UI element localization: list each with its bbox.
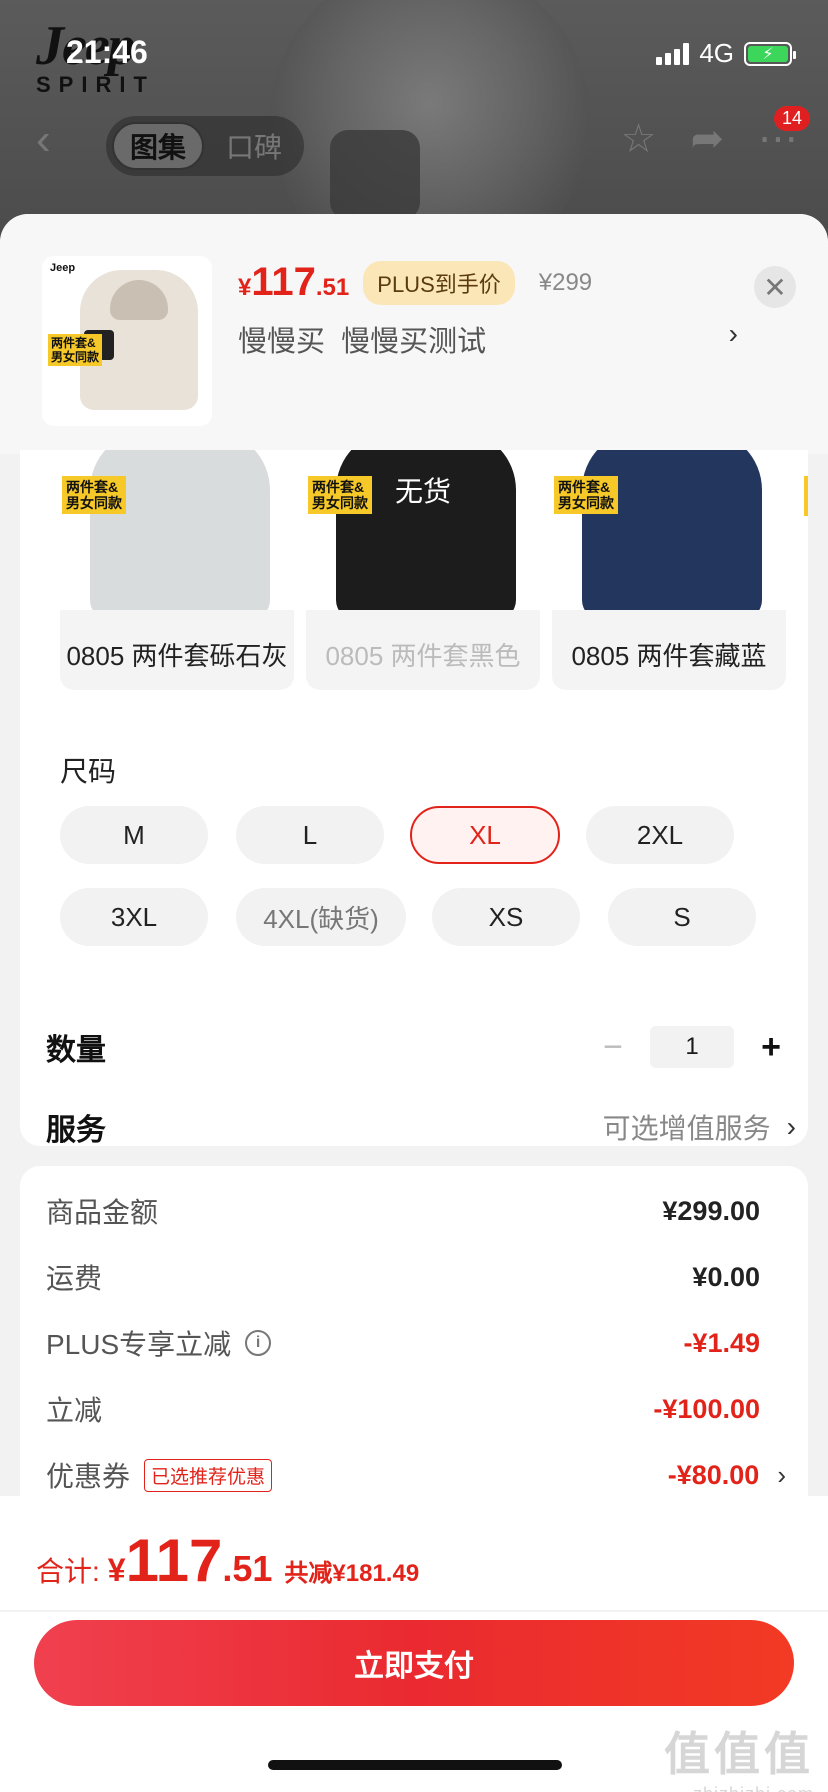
status-time: 21:46 [66,34,148,70]
quantity-label: 数量 [46,1034,106,1067]
home-indicator[interactable] [268,1760,562,1770]
price-row-shipping: 运费 ¥0.00 [46,1261,760,1295]
shop-name: 慢慢买 慢慢买测试 [238,326,487,358]
nav-tabs: 图集 口碑 [106,116,305,176]
chevron-right-icon: › [728,318,738,349]
price-row-plus-discount: PLUS专享立减 i -¥1.49 [46,1327,760,1361]
color-options: 两件套& 男女同款 0805 两件套砾石灰 两件套& 男女同款 无货 0805 两件… [60,450,808,690]
status-bar: 21:46 4G ⚡ [0,0,828,100]
total-savings: 共减¥181.49 [284,1560,420,1587]
size-chip-xs[interactable]: XS [432,888,580,946]
size-chip-l[interactable]: L [236,806,384,864]
color-label: 0805 两件套砾石灰 [66,641,288,671]
price-row-instant-discount: 立减 -¥100.00 [46,1393,760,1427]
color-label: 0805 两件套黑色 [325,641,521,671]
product-thumbnail[interactable]: Jeep 两件套& 男女同款 [42,256,212,426]
checkout-footer: 合计: ¥ 117 .51 共减¥181.49 立即支付 值值值 zhizhiz… [0,1496,828,1792]
watermark: 值值值 zhizhizhi.com [664,1728,814,1792]
service-value: 可选增值服务 [602,1113,771,1144]
thumbnail-tag: 两件套& 男女同款 [48,334,103,366]
price-row-subtotal: 商品金额 ¥299.00 [46,1195,760,1229]
star-icon[interactable]: ☆ [621,116,657,162]
jacket-image [582,450,762,610]
service-label: 服务 [46,1114,106,1147]
close-icon: ✕ [763,271,787,303]
color-option-black[interactable]: 两件套& 男女同款 无货 0805 两件套黑色 [306,450,540,690]
price-breakdown: 商品金额 ¥299.00 运费 ¥0.00 PLUS专享立减 i -¥1.49 … [20,1166,808,1526]
out-of-stock-label: 无货 [394,476,451,507]
decrease-button[interactable]: − [598,1028,628,1067]
size-chip-3xl[interactable]: 3XL [60,888,208,946]
pay-now-button[interactable]: 立即支付 [34,1620,794,1706]
plus-price-badge: PLUS到手价 [363,260,515,305]
color-label: 0805 两件套藏蓝 [571,641,767,671]
coupon-badge: 已选推荐优惠 [144,1458,273,1492]
network-type: 4G [699,38,734,68]
quantity-stepper: − 1 + [598,1026,786,1068]
size-title: 尺码 [60,756,117,787]
tab-gallery[interactable]: 图集 [112,122,205,170]
signal-icon [656,42,690,65]
service-row[interactable]: 服务 可选增值服务 › [46,1102,796,1152]
close-button[interactable]: ✕ [754,266,796,308]
size-chip-xl[interactable]: XL [410,806,560,864]
total-row: 合计: ¥ 117 .51 共减¥181.49 [36,1527,420,1594]
original-price: ¥299 [538,268,593,296]
shop-row[interactable]: 慢慢买 慢慢买测试 › [238,318,738,360]
battery-icon: ⚡ [744,41,796,66]
price-row: ¥ 117 .51 PLUS到手价 ¥299 [238,260,592,305]
options-card: 两件套& 男女同款 0805 两件套砾石灰 两件套& 男女同款 无货 0805 两件… [20,450,808,1147]
back-icon[interactable]: ‹ [36,118,76,162]
color-option-gray[interactable]: 两件套& 男女同款 0805 两件套砾石灰 [60,450,294,690]
color-option-more[interactable] [798,450,808,610]
cart-badge: 14 [773,106,810,131]
chevron-right-icon: › [786,1111,796,1142]
info-icon[interactable]: i [245,1330,272,1356]
sheet-header: Jeep 两件套& 男女同款 ¥ 117 .51 PLUS到手价 ¥299 ✕ 慢… [0,214,828,454]
size-chip-m[interactable]: M [60,806,208,864]
price-row-coupon[interactable]: 优惠券 已选推荐优惠 -¥80.00 › [46,1450,786,1500]
increase-button[interactable]: + [756,1028,786,1067]
chevron-right-icon: › [777,1459,786,1490]
size-chip-4xl[interactable]: 4XL(缺货) [236,888,406,946]
share-icon[interactable]: ➦ [690,116,724,162]
quantity-row: 数量 − 1 + [46,1022,786,1072]
size-chip-s[interactable]: S [608,888,756,946]
plus-price: ¥ 117 .51 [238,260,350,304]
color-option-navy[interactable]: 两件套& 男女同款 0805 两件套藏蓝 [552,450,786,690]
size-chip-2xl[interactable]: 2XL [586,806,734,864]
quantity-value[interactable]: 1 [650,1026,734,1068]
tab-reviews[interactable]: 口碑 [210,122,298,170]
jacket-image [90,450,270,610]
product-nav-bar: ‹ 图集 口碑 ☆ ➦ ⋯ 14 [0,106,828,180]
